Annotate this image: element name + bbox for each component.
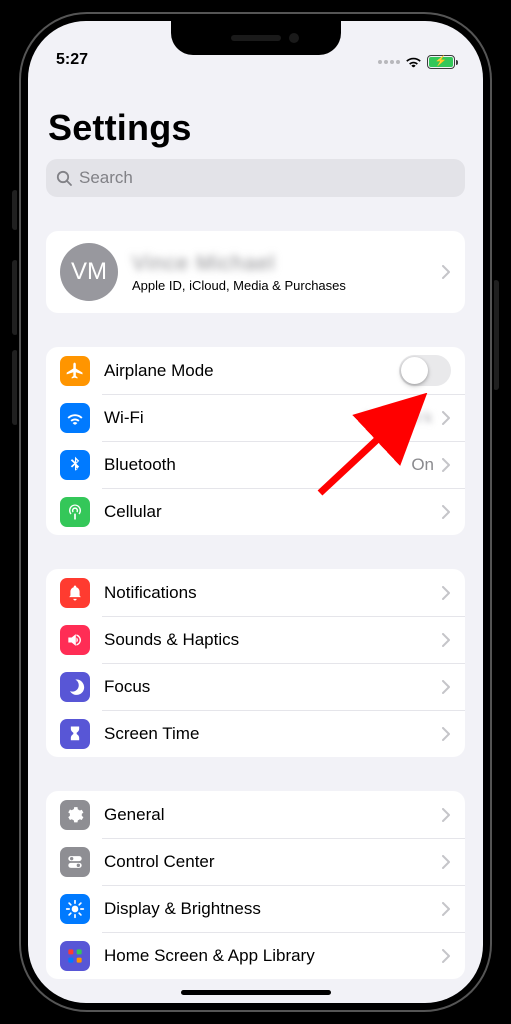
homescreen-label: Home Screen & App Library bbox=[104, 946, 442, 966]
bluetooth-label: Bluetooth bbox=[104, 455, 411, 475]
settings-group: General Control Center Display & Brightnes… bbox=[46, 791, 465, 979]
volume-up-button bbox=[12, 260, 18, 335]
chevron-right-icon bbox=[442, 855, 451, 869]
search-icon bbox=[56, 170, 73, 187]
account-name: Vince Michael bbox=[132, 252, 442, 276]
switches-icon bbox=[60, 847, 90, 877]
sounds-label: Sounds & Haptics bbox=[104, 630, 442, 650]
wifi-row[interactable]: Wi-FiNetwork bbox=[46, 394, 465, 441]
status-time: 5:27 bbox=[56, 51, 88, 69]
sounds-row[interactable]: Sounds & Haptics bbox=[46, 616, 465, 663]
chevron-right-icon bbox=[442, 949, 451, 963]
wifi-icon bbox=[60, 403, 90, 433]
battery-icon: ⚡ bbox=[427, 55, 455, 69]
display-row[interactable]: Display & Brightness bbox=[46, 885, 465, 932]
general-label: General bbox=[104, 805, 442, 825]
chevron-right-icon bbox=[442, 458, 451, 472]
general-row[interactable]: General bbox=[46, 791, 465, 838]
moon-icon bbox=[60, 672, 90, 702]
cellular-dots-icon bbox=[378, 60, 400, 64]
cellular-label: Cellular bbox=[104, 502, 442, 522]
apple-id-row[interactable]: VM Vince Michael Apple ID, iCloud, Media… bbox=[46, 231, 465, 313]
home-indicator[interactable] bbox=[181, 990, 331, 995]
display-label: Display & Brightness bbox=[104, 899, 442, 919]
notch bbox=[171, 21, 341, 55]
focus-label: Focus bbox=[104, 677, 442, 697]
page-title: Settings bbox=[48, 107, 465, 149]
chevron-right-icon bbox=[442, 680, 451, 694]
screen: 5:27 ⚡ Settings Search VM Vince Michael … bbox=[28, 21, 483, 1003]
charging-bolt-icon: ⚡ bbox=[435, 57, 447, 67]
notifications-label: Notifications bbox=[104, 583, 442, 603]
wifi-icon bbox=[405, 56, 422, 68]
search-input[interactable]: Search bbox=[46, 159, 465, 197]
airplane-icon bbox=[60, 356, 90, 386]
wifi-label: Wi-Fi bbox=[104, 408, 365, 428]
chevron-right-icon bbox=[442, 265, 451, 279]
side-button bbox=[493, 280, 499, 390]
chevron-right-icon bbox=[442, 727, 451, 741]
chevron-right-icon bbox=[442, 633, 451, 647]
screentime-row[interactable]: Screen Time bbox=[46, 710, 465, 757]
hourglass-icon bbox=[60, 719, 90, 749]
settings-group: Notifications Sounds & Haptics Focus Screen… bbox=[46, 569, 465, 757]
bluetooth-value: On bbox=[411, 455, 434, 475]
sun-icon bbox=[60, 894, 90, 924]
homescreen-row[interactable]: Home Screen & App Library bbox=[46, 932, 465, 979]
chevron-right-icon bbox=[442, 586, 451, 600]
wifi-value: Network bbox=[365, 408, 434, 428]
antenna-icon bbox=[60, 497, 90, 527]
controlcenter-label: Control Center bbox=[104, 852, 442, 872]
chevron-right-icon bbox=[442, 411, 451, 425]
airplane-label: Airplane Mode bbox=[104, 361, 399, 381]
bluetooth-icon bbox=[60, 450, 90, 480]
search-placeholder: Search bbox=[79, 168, 133, 188]
bell-icon bbox=[60, 578, 90, 608]
focus-row[interactable]: Focus bbox=[46, 663, 465, 710]
screentime-label: Screen Time bbox=[104, 724, 442, 744]
airplane-toggle[interactable] bbox=[399, 355, 451, 386]
grid-icon bbox=[60, 941, 90, 971]
ringer-switch bbox=[12, 190, 18, 230]
chevron-right-icon bbox=[442, 902, 451, 916]
notifications-row[interactable]: Notifications bbox=[46, 569, 465, 616]
bluetooth-row[interactable]: BluetoothOn bbox=[46, 441, 465, 488]
speaker-icon bbox=[60, 625, 90, 655]
avatar: VM bbox=[60, 243, 118, 301]
chevron-right-icon bbox=[442, 808, 451, 822]
chevron-right-icon bbox=[442, 505, 451, 519]
settings-group: Airplane ModeWi-FiNetworkBluetoothOnCell… bbox=[46, 347, 465, 535]
gear-icon bbox=[60, 800, 90, 830]
phone-frame: 5:27 ⚡ Settings Search VM Vince Michael … bbox=[21, 14, 490, 1010]
cellular-row[interactable]: Cellular bbox=[46, 488, 465, 535]
airplane-row[interactable]: Airplane Mode bbox=[46, 347, 465, 394]
account-subtitle: Apple ID, iCloud, Media & Purchases bbox=[132, 278, 442, 293]
controlcenter-row[interactable]: Control Center bbox=[46, 838, 465, 885]
volume-down-button bbox=[12, 350, 18, 425]
